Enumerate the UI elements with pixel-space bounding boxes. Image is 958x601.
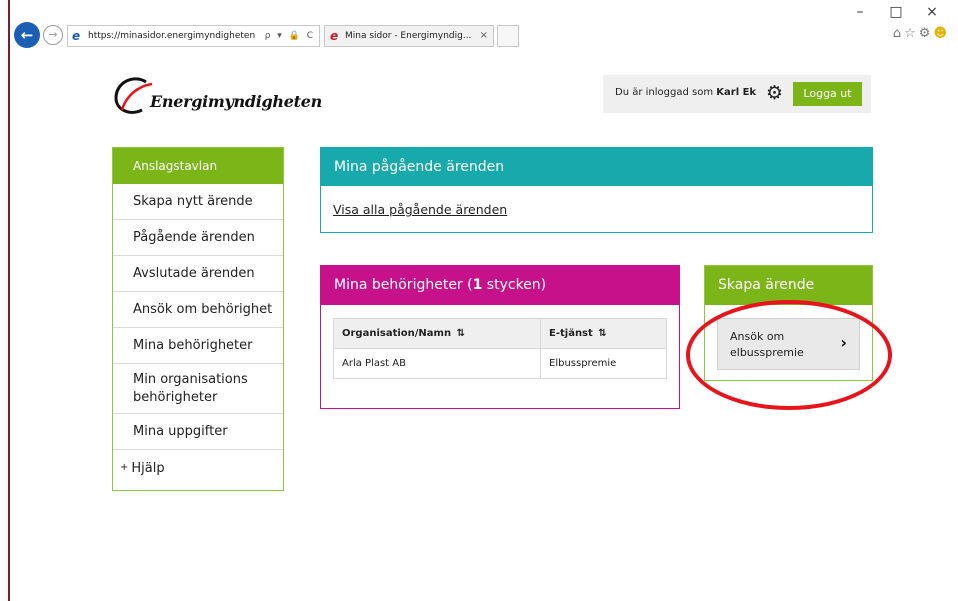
table-row: Arla Plast AB Elbusspremie <box>333 348 667 379</box>
address-url: https://minasidor.energimyndigheten... <box>88 31 256 41</box>
forward-arrow-icon[interactable]: → <box>43 25 63 45</box>
home-icon[interactable]: ⌂ <box>893 26 904 41</box>
permissions-table: Organisation/Namn ⇅ E-tjänst ⇅ Arla Plas… <box>333 318 667 379</box>
column-header-organisation[interactable]: Organisation/Namn ⇅ <box>333 318 541 349</box>
user-info-box: Du är inloggad som Karl Ek ⚙ Logga ut <box>603 75 871 113</box>
permissions-panel-title: Mina behörigheter (1 stycken) <box>321 266 679 305</box>
ie-logo-icon: e <box>72 29 81 43</box>
logged-in-text: Du är inloggad som Karl Ek <box>615 87 757 98</box>
table-cell-etjanst: Elbusspremie <box>540 348 667 379</box>
table-header-row: Organisation/Namn ⇅ E-tjänst ⇅ <box>333 318 667 349</box>
close-icon[interactable]: × <box>922 4 942 20</box>
star-icon[interactable]: ☆ <box>904 26 919 41</box>
settings-gear-icon[interactable]: ⚙ <box>766 83 783 103</box>
sidebar-item-anslagstavlan[interactable]: Anslagstavlan <box>113 148 283 184</box>
chevron-right-icon: › <box>840 333 847 352</box>
gear-icon[interactable]: ⚙ <box>919 26 934 41</box>
smiley-icon[interactable]: ☻ <box>933 26 950 41</box>
tab-favicon-icon: e <box>330 29 339 43</box>
window-frame-edge <box>0 0 10 601</box>
address-tools[interactable]: ρ ▾ 🔒 C <box>265 26 315 46</box>
minimize-icon[interactable]: – <box>850 4 870 20</box>
sidebar-item-min-organisations-behorigheter[interactable]: Min organisations behörigheter <box>113 364 283 414</box>
sidebar-item-ansok-om-behorighet[interactable]: Ansök om behörighet <box>113 292 283 328</box>
permissions-count: 1 <box>472 277 483 293</box>
logout-button[interactable]: Logga ut <box>793 82 862 106</box>
new-tab-button[interactable] <box>497 25 519 47</box>
sidebar-item-mina-uppgifter[interactable]: Mina uppgifter <box>113 414 283 450</box>
apply-elbusspremie-button[interactable]: Ansök om elbusspremie › <box>717 318 860 370</box>
address-bar[interactable]: e https://minasidor.energimyndigheten...… <box>67 25 320 47</box>
sidebar-nav: Anslagstavlan Skapa nytt ärende Pågående… <box>112 147 284 491</box>
sort-icon[interactable]: ⇅ <box>598 328 606 339</box>
sidebar-item-avslutade-arenden[interactable]: Avslutade ärenden <box>113 256 283 292</box>
expand-plus-icon: + <box>120 462 129 473</box>
browser-chrome: ← → e https://minasidor.energimyndighete… <box>12 0 958 52</box>
tab-title: Mina sidor - Energimyndig... <box>345 31 472 41</box>
sidebar-item-skapa-nytt-arende[interactable]: Skapa nytt ärende <box>113 184 283 220</box>
create-case-panel: Skapa ärende Ansök om elbusspremie › <box>704 265 873 381</box>
browser-tab[interactable]: e Mina sidor - Energimyndig... × <box>324 25 494 47</box>
user-name: Karl Ek <box>716 87 757 98</box>
permissions-panel: Mina behörigheter (1 stycken) Organisati… <box>320 265 680 409</box>
ongoing-cases-panel: Mina pågående ärenden Visa alla pågående… <box>320 147 873 233</box>
column-header-etjanst[interactable]: E-tjänst ⇅ <box>540 318 667 349</box>
apply-button-label: Ansök om elbusspremie <box>730 330 804 359</box>
sidebar-item-mina-behorigheter[interactable]: Mina behörigheter <box>113 328 283 364</box>
create-panel-title: Skapa ärende <box>705 266 872 305</box>
sidebar-item-label: Hjälp <box>131 461 165 476</box>
sidebar-item-hjalp[interactable]: + Hjälp <box>113 450 283 490</box>
sidebar-item-pagaende-arenden[interactable]: Pågående ärenden <box>113 220 283 256</box>
ongoing-panel-title: Mina pågående ärenden <box>321 148 872 186</box>
table-cell-organisation: Arla Plast AB <box>333 348 541 379</box>
show-all-ongoing-link[interactable]: Visa alla pågående ärenden <box>333 202 507 217</box>
maximize-icon[interactable]: □ <box>886 4 906 20</box>
tab-close-icon[interactable]: × <box>480 26 488 46</box>
site-logo[interactable]: Energimyndigheten <box>112 76 322 120</box>
back-arrow-icon[interactable]: ← <box>14 22 40 48</box>
sort-icon[interactable]: ⇅ <box>457 328 465 339</box>
logo-text: Energimyndigheten <box>150 92 322 111</box>
toolbar-icons: ⌂☆⚙☻ <box>893 26 950 41</box>
